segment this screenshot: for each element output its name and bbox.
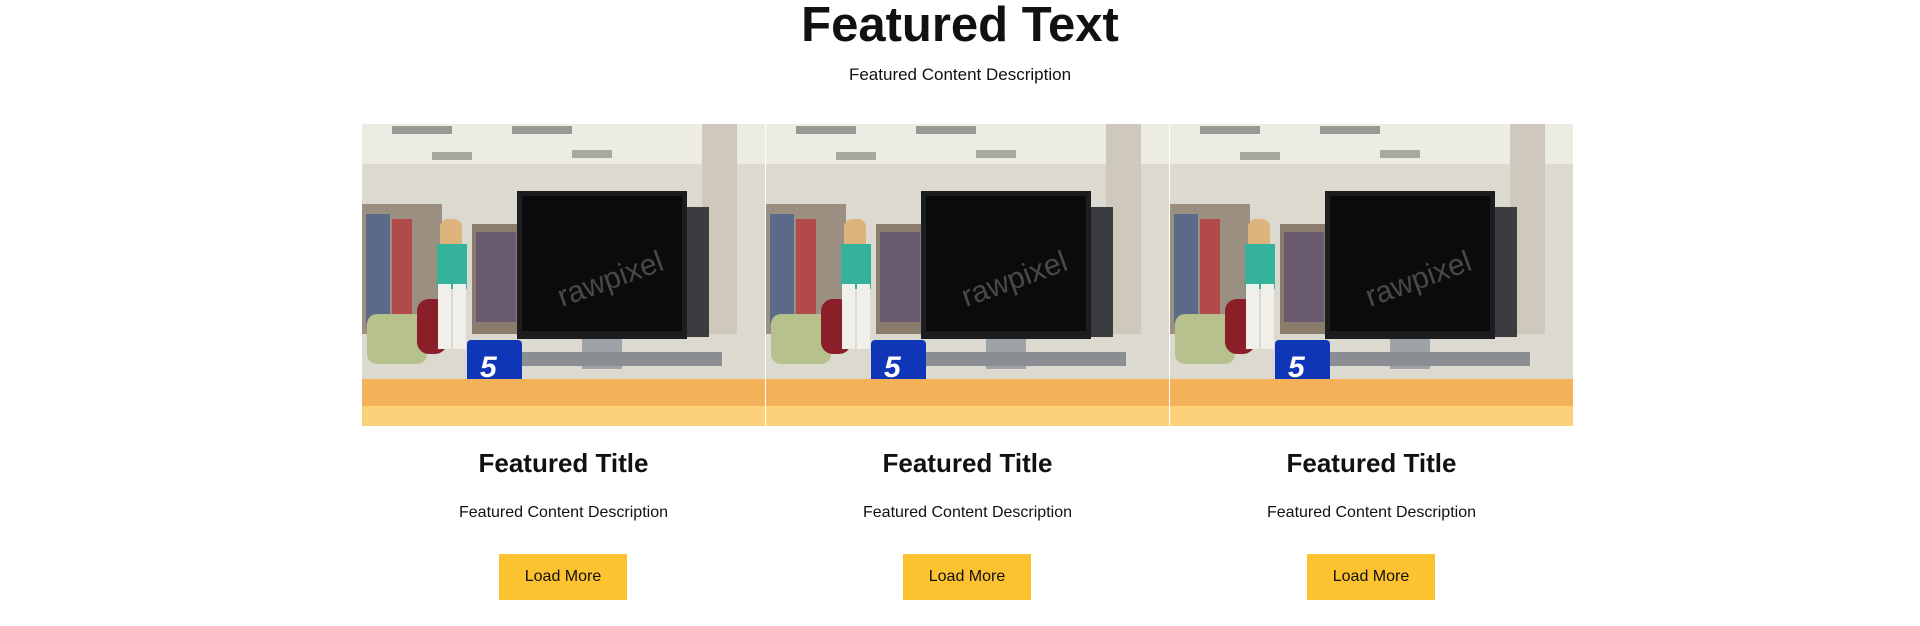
card-title: Featured Title (882, 448, 1053, 478)
load-more-button[interactable]: Load More (903, 554, 1031, 600)
card-title: Featured Title (478, 448, 649, 478)
load-more-button[interactable]: Load More (499, 554, 627, 600)
featured-card: 5 rawpixel Featured Title Featured Conte… (362, 124, 765, 604)
featured-image: 5 rawpixel (1170, 124, 1573, 426)
card-description: Featured Content Description (1267, 504, 1476, 521)
featured-card: 5 rawpixel Featured Title Featured Conte… (1170, 124, 1573, 604)
load-more-button[interactable]: Load More (1307, 554, 1435, 600)
featured-section: Featured Text Featured Content Descripti… (0, 0, 1920, 626)
featured-image: 5 rawpixel (362, 124, 765, 426)
section-heading: Featured Text (801, 0, 1119, 52)
featured-card: 5 rawpixel Featured Title Featured Conte… (766, 124, 1169, 604)
card-description: Featured Content Description (863, 504, 1072, 521)
card-title: Featured Title (1286, 448, 1457, 478)
card-description: Featured Content Description (459, 504, 668, 521)
featured-cards: 5 rawpixel Featured Title Featured Conte… (362, 124, 1573, 604)
section-description: Featured Content Description (848, 65, 1072, 84)
featured-image: 5 rawpixel (766, 124, 1169, 426)
